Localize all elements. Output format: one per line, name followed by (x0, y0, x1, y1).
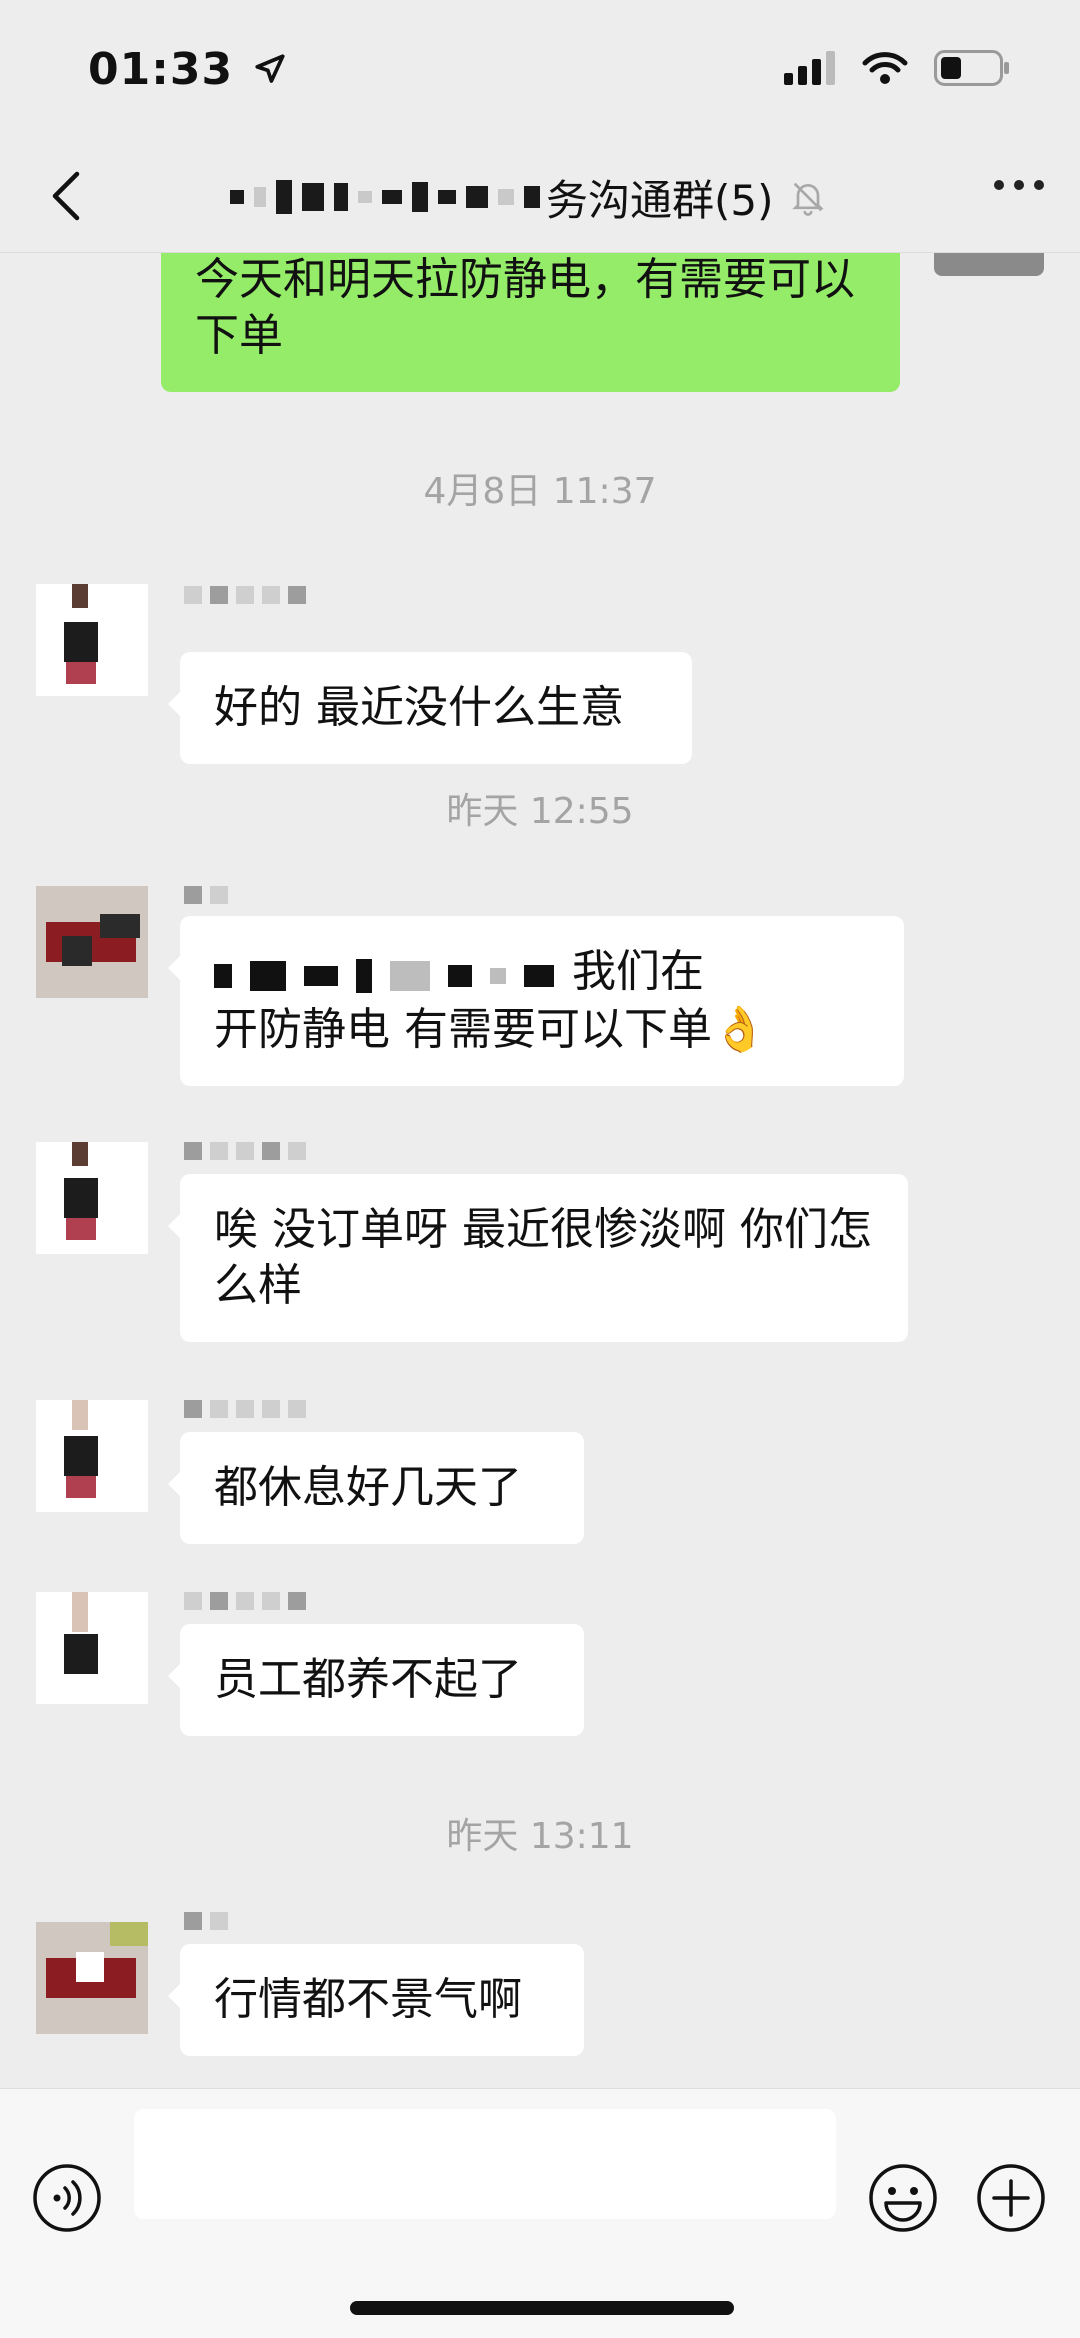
sender-name-redacted (184, 1400, 306, 1418)
battery-icon (934, 50, 1009, 86)
timestamp: 4月8日 11:37 (423, 471, 657, 512)
message-text: 都休息好几天了 (214, 1462, 522, 1513)
mute-bell-icon (791, 182, 824, 216)
avatar[interactable] (36, 886, 148, 998)
status-icons (784, 50, 1010, 86)
outgoing-message-bubble[interactable]: 今天和明天拉防静电，有需要可以下单 (161, 252, 900, 392)
sender-name-redacted (184, 1142, 306, 1160)
status-bar: 01:33 (0, 0, 1080, 140)
sender-name-redacted (184, 886, 228, 904)
chat-header: 务沟通群(5) (0, 140, 1080, 253)
sender-name-redacted (184, 1592, 306, 1610)
voice-input-button[interactable] (32, 2163, 102, 2233)
chat-message-list[interactable]: 今天和明天拉防静电，有需要可以下单 4月8日 11:37 好的 最近没什么生意 … (0, 252, 1080, 2088)
message-text: 开防静电 有需要可以下单👌 (214, 1004, 767, 1055)
plus-circle-icon (977, 2164, 1045, 2232)
location-arrow-icon (255, 54, 285, 83)
avatar[interactable] (36, 1400, 148, 1512)
input-toolbar (0, 2088, 1080, 2338)
avatar[interactable] (36, 1922, 148, 2034)
message-bubble[interactable]: 都休息好几天了 (168, 1432, 584, 1544)
message-bubble[interactable]: 员工都养不起了 (168, 1624, 584, 1736)
sender-name-redacted (184, 586, 306, 604)
redacted-text (214, 946, 572, 1002)
own-avatar (934, 252, 1044, 276)
message-bubble[interactable]: 行情都不景气啊 (168, 1944, 584, 2056)
chat-title[interactable]: 务沟通群(5) (230, 162, 828, 232)
smiley-icon (869, 2164, 937, 2232)
avatar[interactable] (36, 584, 148, 696)
message-text: 我们在 (572, 946, 704, 997)
avatar[interactable] (36, 1592, 148, 1704)
more-options-button[interactable] (994, 180, 1044, 190)
chevron-left-icon (52, 171, 80, 221)
more-functions-button[interactable] (976, 2163, 1046, 2233)
message-input[interactable] (134, 2109, 836, 2219)
chat-title-text: 务沟通群(5) (546, 175, 774, 225)
avatar[interactable] (36, 1142, 148, 1254)
clock-text: 01:33 (88, 44, 234, 95)
message-text: 好的 最近没什么生意 (214, 682, 624, 733)
timestamp: 昨天 13:11 (446, 1816, 634, 1857)
back-button[interactable] (36, 166, 96, 226)
signal-icon (784, 51, 835, 85)
message-bubble[interactable]: 我们在 开防静电 有需要可以下单👌 (168, 916, 904, 1086)
message-text: 行情都不景气啊 (214, 1974, 522, 2025)
voice-icon (33, 2164, 101, 2232)
emoji-button[interactable] (868, 2163, 938, 2233)
redacted-title-prefix (230, 180, 540, 214)
message-text: 员工都养不起了 (214, 1654, 522, 1705)
message-text: 唉 没订单呀 最近很惨淡啊 你们怎么样 (214, 1204, 872, 1311)
status-time: 01:33 (88, 44, 287, 95)
sender-name-redacted (184, 1912, 228, 1930)
timestamp: 昨天 12:55 (446, 791, 634, 832)
outgoing-message-text: 今天和明天拉防静电，有需要可以下单 (195, 254, 855, 361)
message-bubble[interactable]: 唉 没订单呀 最近很惨淡啊 你们怎么样 (168, 1174, 908, 1342)
message-bubble[interactable]: 好的 最近没什么生意 (168, 652, 692, 764)
home-indicator (350, 2301, 734, 2315)
wifi-icon (862, 52, 908, 84)
